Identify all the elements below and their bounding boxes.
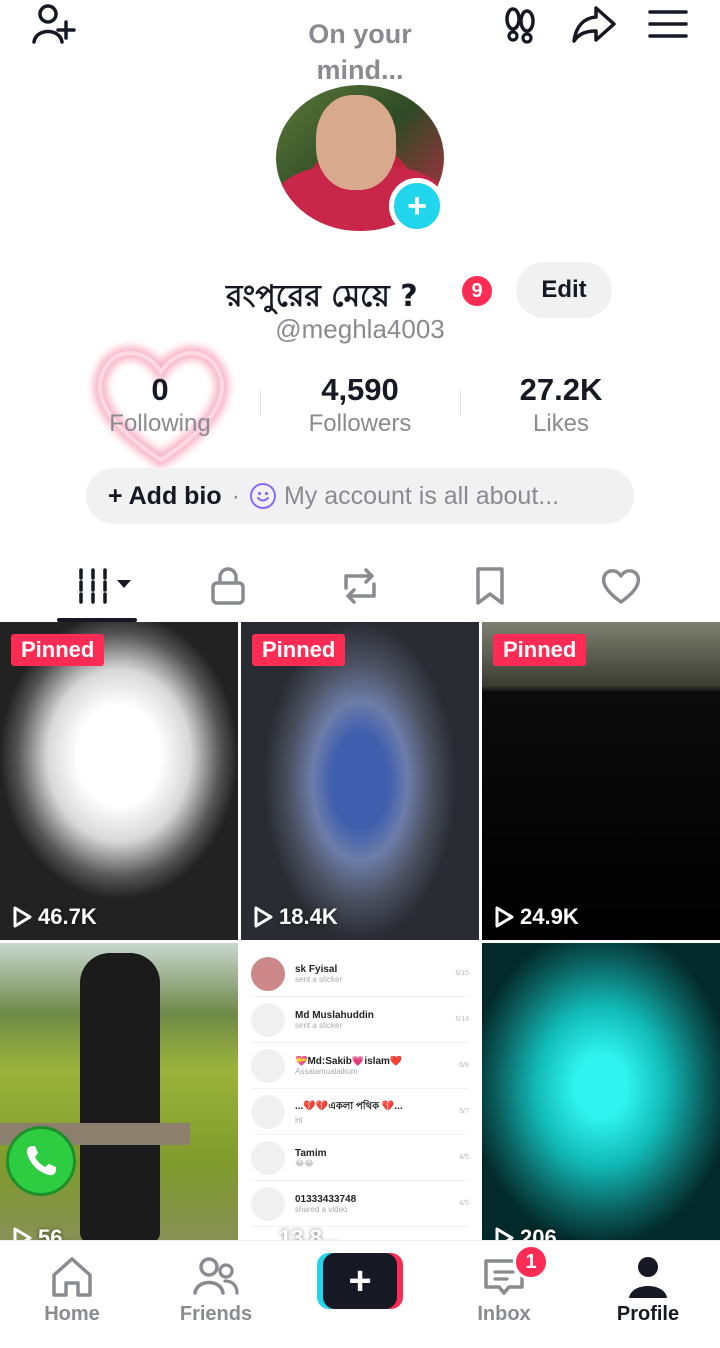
video-thumbnail[interactable]: Pinned 46.7K <box>0 622 238 940</box>
nav-profile[interactable]: Profile <box>593 1253 703 1326</box>
profile-icon <box>629 1257 667 1298</box>
play-icon <box>12 906 32 928</box>
tab-liked[interactable] <box>571 558 671 614</box>
avatar-face <box>316 95 396 190</box>
nav-home[interactable]: Home <box>17 1253 127 1326</box>
likes-count: 27.2K <box>519 372 603 407</box>
heart-icon <box>601 569 641 604</box>
content-tabs <box>0 550 720 622</box>
chat-row: sk Fyisal sent a sticker 6/15 <box>251 951 469 997</box>
following-label: Following <box>109 410 211 437</box>
nav-friends-label: Friends <box>179 1303 253 1325</box>
footprints-icon[interactable] <box>492 0 548 48</box>
view-count: 24.9K <box>494 904 579 930</box>
lock-icon <box>211 567 245 605</box>
chat-row: Md Muslahuddin sent a sticker 6/14 <box>251 997 469 1043</box>
add-user-icon[interactable] <box>24 0 80 48</box>
create-button[interactable]: + <box>317 1253 403 1309</box>
person-silhouette <box>80 953 160 1243</box>
share-icon[interactable] <box>566 0 622 48</box>
name-row: রংপুরের মেয়ে ? 9 Edit <box>0 262 720 318</box>
bookmark-icon <box>476 567 504 605</box>
bio-placeholder: My account is all about... <box>283 481 560 510</box>
videos-grid-icon <box>79 568 131 604</box>
video-thumbnail[interactable]: sk Fyisal sent a sticker 6/15 Md Muslahudd… <box>241 943 479 1261</box>
following-stat[interactable]: 0 Following <box>60 370 260 438</box>
smiley-icon <box>249 483 276 509</box>
nav-inbox-label: Inbox <box>477 1303 531 1325</box>
video-thumbnail[interactable]: Pinned 24.9K <box>482 622 720 940</box>
plus-icon: + <box>323 1253 397 1309</box>
chat-row: 💝Md:Sakib💗islam❤️ Assalamualaikum 6/8 <box>251 1043 469 1089</box>
notification-badge[interactable]: 9 <box>459 273 495 309</box>
video-thumbnail[interactable]: Pinned 18.4K <box>241 622 479 940</box>
tab-videos[interactable] <box>56 558 156 614</box>
nav-home-label: Home <box>44 1303 100 1325</box>
play-icon <box>253 906 273 928</box>
followers-stat[interactable]: 4,590 Followers <box>260 370 460 438</box>
add-story-button[interactable]: + <box>389 178 445 234</box>
home-icon <box>52 1257 92 1297</box>
tab-private[interactable] <box>178 558 278 614</box>
top-bar: On your mind... <box>0 0 720 90</box>
nav-profile-label: Profile <box>616 1303 680 1325</box>
video-thumbnail[interactable]: 56... <box>0 943 238 1261</box>
pinned-badge: Pinned <box>11 634 105 666</box>
likes-label: Likes <box>532 410 590 437</box>
tab-saved[interactable] <box>440 558 540 614</box>
pinned-badge: Pinned <box>252 634 346 666</box>
followers-label: Followers <box>308 410 412 437</box>
play-icon <box>494 906 514 928</box>
menu-icon[interactable] <box>640 0 696 48</box>
likes-stat[interactable]: 27.2K Likes <box>461 370 661 438</box>
friends-icon <box>193 1257 239 1295</box>
chat-screenshot: sk Fyisal sent a sticker 6/15 Md Muslahudd… <box>241 943 479 1261</box>
add-bio-label: + Add bio <box>108 481 222 510</box>
pinned-badge: Pinned <box>493 634 587 666</box>
bottom-nav: Home Friends + Inbox Profile <box>0 1240 720 1348</box>
repost-icon <box>344 568 376 604</box>
inbox-badge: 1 <box>513 1244 549 1280</box>
view-count: 46.7K <box>12 904 97 930</box>
following-count: 0 <box>151 372 169 407</box>
floating-call-button[interactable] <box>6 1126 76 1196</box>
bio-separator: · <box>231 481 240 510</box>
add-bio-button[interactable]: + Add bio · My account is all about... <box>86 468 634 524</box>
view-count: 18.4K <box>253 904 338 930</box>
chat-row: 01333433748 shared a video 4/5 <box>251 1181 469 1227</box>
phone-icon <box>26 1146 56 1176</box>
video-thumbnail[interactable]: 206... <box>482 943 720 1261</box>
chat-row: Tamim 😂😂 4/5 <box>251 1135 469 1181</box>
video-grid: Pinned 46.7K Pinned 18.4K Pinned 24.9K 5… <box>0 622 720 1261</box>
nav-friends[interactable]: Friends <box>161 1253 271 1326</box>
followers-count: 4,590 <box>321 372 399 407</box>
status-prompt[interactable]: On your mind... <box>290 16 430 88</box>
tab-reposts[interactable] <box>310 558 410 614</box>
chat-row: ...💔💔একলা পথিক 💔... Hi 5/7 <box>251 1089 469 1135</box>
profile-stats: 0 Following 4,590 Followers 27.2K Likes <box>0 370 720 450</box>
edit-profile-button[interactable]: Edit <box>516 262 612 318</box>
